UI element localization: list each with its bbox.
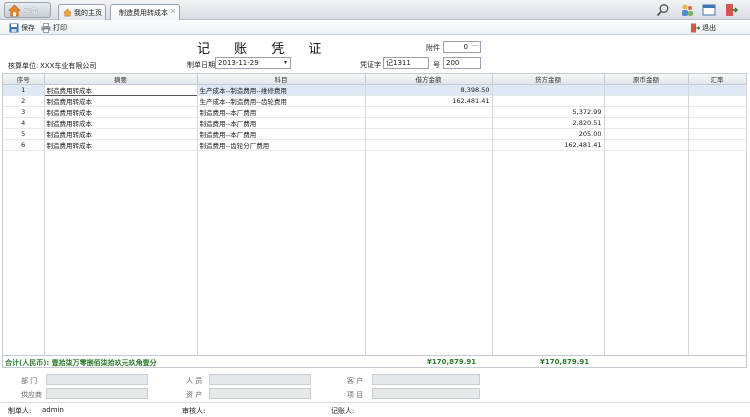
col-divider [492,84,493,356]
toolbar: 保存 打印 退出 [0,20,750,35]
exit-label: 退出 [702,23,716,32]
asset-field[interactable] [209,388,311,399]
asset-label: 资 产 [186,391,203,399]
number-label: 号 [433,61,440,69]
voucher-table: 序号 摘要 科目 借方金额 贷方金额 原币金额 汇率 1 制造费用转成本 生产成… [3,74,747,151]
department-field[interactable] [46,374,148,385]
print-label: 打印 [53,23,67,32]
attachment-label: 附件 [426,44,440,52]
number-field[interactable]: 200 [443,57,481,69]
logout-icon[interactable] [724,3,738,17]
person-label: 人 员 [186,377,203,385]
tab-label: 我的主页 [74,9,102,17]
header-account: 科目 [197,74,366,85]
col-divider [365,84,366,356]
table-header: 序号 摘要 科目 借方金额 贷方金额 原币金额 汇率 [3,74,747,85]
project-field[interactable] [372,388,480,399]
table-row[interactable]: 4 制造费用转成本 制造费用--本厂费用 2,820.51 [3,117,747,129]
header-no: 序号 [3,74,45,85]
footer-divider [0,402,750,403]
total-credit: ¥170,879.91 [540,358,590,366]
total-row: 合计(人民币): 壹拾柒万零捌佰柒拾玖元玖角壹分 ¥170,879.91 ¥17… [2,355,747,367]
customer-label: 客 户 [347,377,364,385]
company-value: XXX车业有限公司 [40,62,97,70]
attachment-value: 0 [463,43,468,51]
chevron-down-icon[interactable]: ▾ [284,58,287,68]
print-button[interactable]: 打印 [41,22,67,33]
window-icon[interactable] [702,3,716,17]
close-icon[interactable]: × [170,7,176,15]
table-row[interactable]: 1 制造费用转成本 生产成本--制造费用--维修费用 8,398.50 [3,84,747,96]
department-label: 部 门 [21,377,38,385]
exit-button[interactable]: 退出 [690,22,716,33]
header-orig: 原币金额 [604,74,689,85]
project-label: 项 目 [347,391,364,399]
supplier-field[interactable] [46,388,148,399]
date-field[interactable]: 2013-11-29 ▾ [215,57,291,69]
voucher-word-value: 记1311 [386,59,411,67]
tab-label: 制造费用转成本 [119,9,168,17]
header-summary: 摘要 [44,74,198,85]
table-row[interactable]: 6 制造费用转成本 制造费用--齿轮分厂费用 162,481.41 [3,139,747,151]
tab-mfg-cost[interactable]: 制造费用转成本 × [110,4,180,20]
col-divider [197,84,198,356]
date-label: 制单日期 [187,61,215,69]
voucher-word-label: 凭证字 [360,61,381,69]
header-debit: 借方金额 [365,74,493,85]
top-icons [656,3,746,17]
table-row[interactable]: 5 制造费用转成本 制造费用--本厂费用 205.00 [3,128,747,140]
total-debit: ¥170,879.91 [427,358,477,366]
customer-field[interactable] [372,374,480,385]
tab-my-home[interactable]: 我的主页 [58,4,106,20]
attachment-field[interactable]: 0 ··· [443,41,481,53]
table-row[interactable]: 2 制造费用转成本 生产成本--制造费用--齿轮费用 162,481.41 [3,95,747,107]
table-row[interactable]: 3 制造费用转成本 制造费用--本厂费用 5,372.99 [3,106,747,118]
save-button[interactable]: 保存 [9,22,35,33]
total-label: 合计(人民币): 壹拾柒万零捌佰柒拾玖元玖角壹分 [5,359,157,367]
maker-value: admin [42,406,64,414]
company-label: 核算单位: [8,62,39,70]
home-small-icon [63,8,72,17]
supplier-label: 供应商 [21,391,42,399]
header-credit: 贷方金额 [492,74,605,85]
auditor-label: 审核人: [182,407,206,415]
top-bar: 菜单 我的主页 制造费用转成本 × [0,0,750,20]
voucher-word-field[interactable]: 记1311 [383,57,429,69]
ellipsis-icon[interactable]: ··· [472,42,478,52]
person-field[interactable] [209,374,311,385]
print-icon [41,22,51,33]
summary-cell-editor[interactable]: 制造费用转成本 [43,84,198,96]
bookkeeper-label: 记账人: [331,407,355,415]
voucher-grid: 序号 摘要 科目 借方金额 贷方金额 原币金额 汇率 1 制造费用转成本 生产成… [2,73,747,368]
menu-button[interactable]: 菜单 [4,2,51,18]
col-divider [688,84,689,356]
save-icon [9,23,19,32]
col-divider [44,84,45,356]
col-divider [604,84,605,356]
voucher-title: 记 账 凭 证 [197,42,332,57]
search-icon[interactable] [656,3,670,17]
exit-icon [691,23,700,32]
maker-label: 制单人: [8,407,32,415]
menu-label: 菜单 [24,7,38,15]
users-icon[interactable] [680,3,694,17]
save-label: 保存 [21,23,35,32]
home-icon [8,4,21,17]
header-rate: 汇率 [688,74,747,85]
date-value: 2013-11-29 [218,59,259,67]
number-value: 200 [446,59,460,67]
